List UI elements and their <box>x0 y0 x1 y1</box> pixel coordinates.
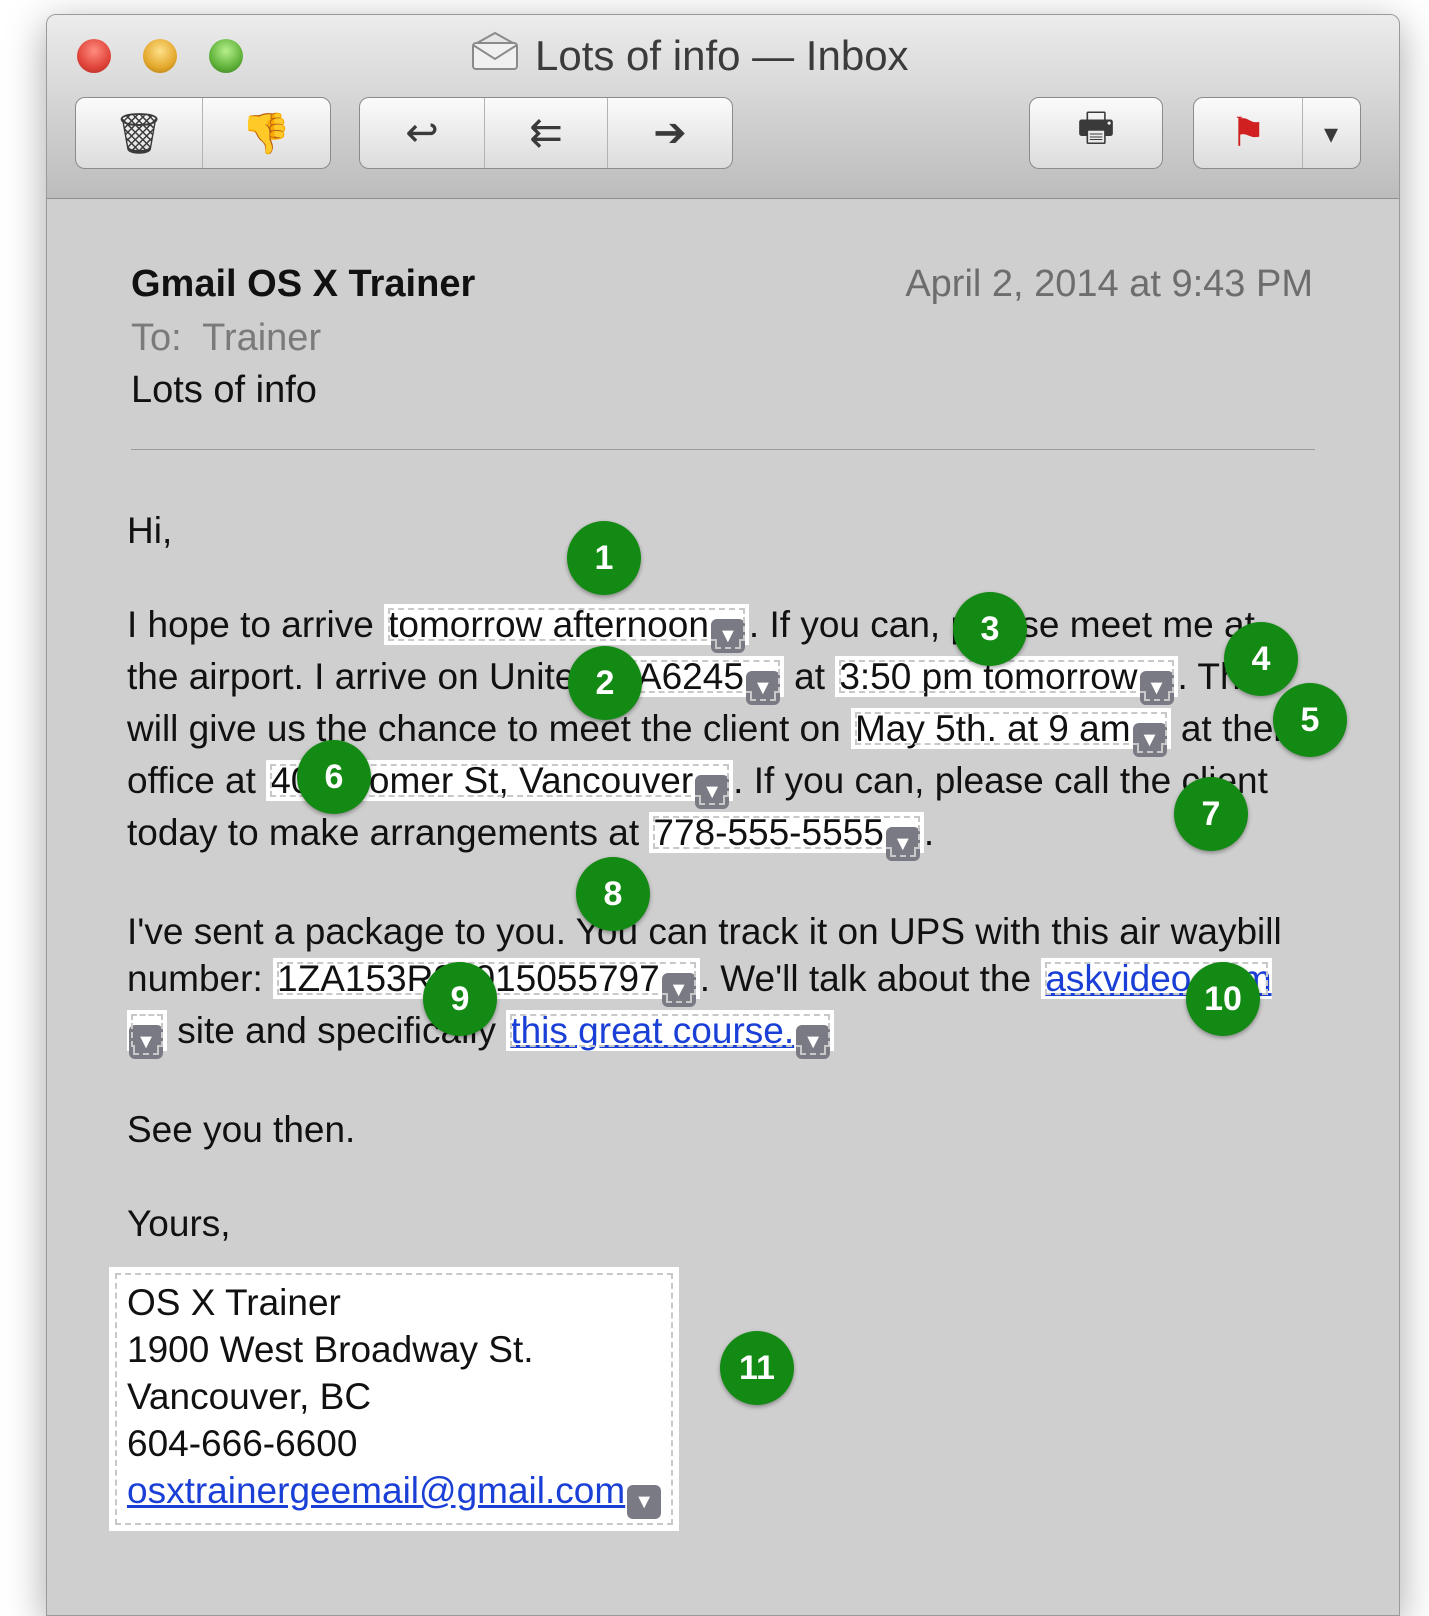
signature-block[interactable]: OS X Trainer 1900 West Broadway St. Vanc… <box>109 1267 680 1531</box>
sender-name[interactable]: Gmail OS X Trainer <box>131 263 475 306</box>
thumbs-down-icon: 👎 <box>241 111 291 156</box>
callout-badge-7: 7 <box>1174 777 1248 851</box>
signature-email-link[interactable]: osxtrainergeemail@gmail.com <box>127 1470 625 1511</box>
data-detector-menu-icon[interactable]: ▼ <box>1139 671 1174 705</box>
minimize-window-button[interactable] <box>143 39 177 73</box>
signature-name: OS X Trainer <box>127 1282 341 1323</box>
reply-arrow-icon: ↩ <box>405 111 439 155</box>
flag-icon: ⚑ <box>1230 111 1266 155</box>
greeting: Hi, <box>127 510 173 551</box>
data-detector-menu-icon[interactable]: ▼ <box>695 775 730 809</box>
signature-address: 1900 West Broadway St. <box>127 1329 534 1370</box>
sign-off: Yours, <box>127 1203 231 1244</box>
delete-junk-group: 🗑 👎 <box>75 97 331 169</box>
data-detector-menu-icon[interactable]: ▼ <box>627 1485 662 1519</box>
data-detector-menu-icon[interactable]: ▼ <box>745 671 780 705</box>
forward-button[interactable]: ➔ <box>608 98 732 168</box>
flag-menu-button[interactable]: ▾ <box>1303 98 1359 168</box>
detected-phone-number[interactable]: 778-555-5555 ▼ <box>649 812 924 861</box>
reply-button[interactable]: ↩ <box>360 98 485 168</box>
trash-icon: 🗑 <box>113 111 165 156</box>
callout-badge-1: 1 <box>567 521 641 595</box>
flag-button[interactable]: ⚑ <box>1194 98 1303 168</box>
window-title-text: Lots of info — Inbox <box>535 32 909 79</box>
message-body: Hi, I hope to arrive tomorrow afternoon ▼… <box>109 507 1307 1531</box>
print-button[interactable]: 🖶 <box>1030 98 1162 168</box>
data-detector-menu-icon[interactable]: ▼ <box>129 1025 163 1059</box>
callout-badge-10: 10 <box>1186 962 1260 1036</box>
recipient-line: To: Trainer <box>131 317 321 360</box>
data-detector-menu-icon[interactable]: ▼ <box>885 827 920 861</box>
close-window-button[interactable] <box>77 39 111 73</box>
envelope-icon <box>471 31 519 81</box>
subject-line: Lots of info <box>131 369 317 411</box>
printer-icon: 🖶 <box>1077 106 1115 150</box>
callout-badge-8: 8 <box>576 857 650 931</box>
closing-line: See you then. <box>127 1109 356 1150</box>
callout-badge-6: 6 <box>297 740 371 814</box>
course-link[interactable]: this great course. ▼ <box>506 1010 835 1059</box>
print-group: 🖶 <box>1029 97 1163 169</box>
forward-arrow-icon: ➔ <box>653 111 687 155</box>
callout-badge-2: 2 <box>568 646 642 720</box>
callout-badge-11: 11 <box>720 1331 794 1405</box>
title-bar: Lots of info — Inbox 🗑 👎 ↩ ⇇ ➔ 🖶 ⚑ ▾ <box>47 15 1399 199</box>
delete-button[interactable]: 🗑 <box>76 98 203 168</box>
callout-badge-4: 4 <box>1224 622 1298 696</box>
message-view: Gmail OS X Trainer April 2, 2014 at 9:43… <box>47 199 1399 1615</box>
chevron-down-icon: ▾ <box>1323 117 1339 149</box>
flag-group: ⚑ ▾ <box>1193 97 1361 169</box>
callout-badge-3: 3 <box>953 592 1027 666</box>
message-date: April 2, 2014 at 9:43 PM <box>905 263 1313 305</box>
data-detector-menu-icon[interactable]: ▼ <box>661 973 696 1007</box>
header-divider <box>131 449 1315 450</box>
data-detector-menu-icon[interactable]: ▼ <box>1132 723 1167 757</box>
data-detector-menu-icon[interactable]: ▼ <box>796 1025 831 1059</box>
recipient-name[interactable]: Trainer <box>202 317 321 359</box>
reply-all-button[interactable]: ⇇ <box>485 98 608 168</box>
paragraph-1: I hope to arrive tomorrow afternoon ▼. If… <box>127 601 1307 861</box>
detected-date-may-5th[interactable]: May 5th. at 9 am ▼ <box>850 708 1171 757</box>
signature-phone: 604-666-6600 <box>127 1423 358 1464</box>
callout-badge-5: 5 <box>1273 683 1347 757</box>
window-title: Lots of info — Inbox <box>471 31 909 81</box>
junk-button[interactable]: 👎 <box>203 98 329 168</box>
to-label: To: <box>131 317 182 359</box>
reply-all-arrow-icon: ⇇ <box>529 111 563 155</box>
zoom-window-button[interactable] <box>209 39 243 73</box>
signature-city: Vancouver, BC <box>127 1376 372 1417</box>
paragraph-2: I've sent a package to you. You can trac… <box>127 908 1307 1059</box>
data-detector-menu-icon[interactable]: ▼ <box>710 619 745 653</box>
reply-group: ↩ ⇇ ➔ <box>359 97 733 169</box>
callout-badge-9: 9 <box>423 962 497 1036</box>
detected-date-tomorrow-afternoon[interactable]: tomorrow afternoon ▼ <box>384 604 749 653</box>
